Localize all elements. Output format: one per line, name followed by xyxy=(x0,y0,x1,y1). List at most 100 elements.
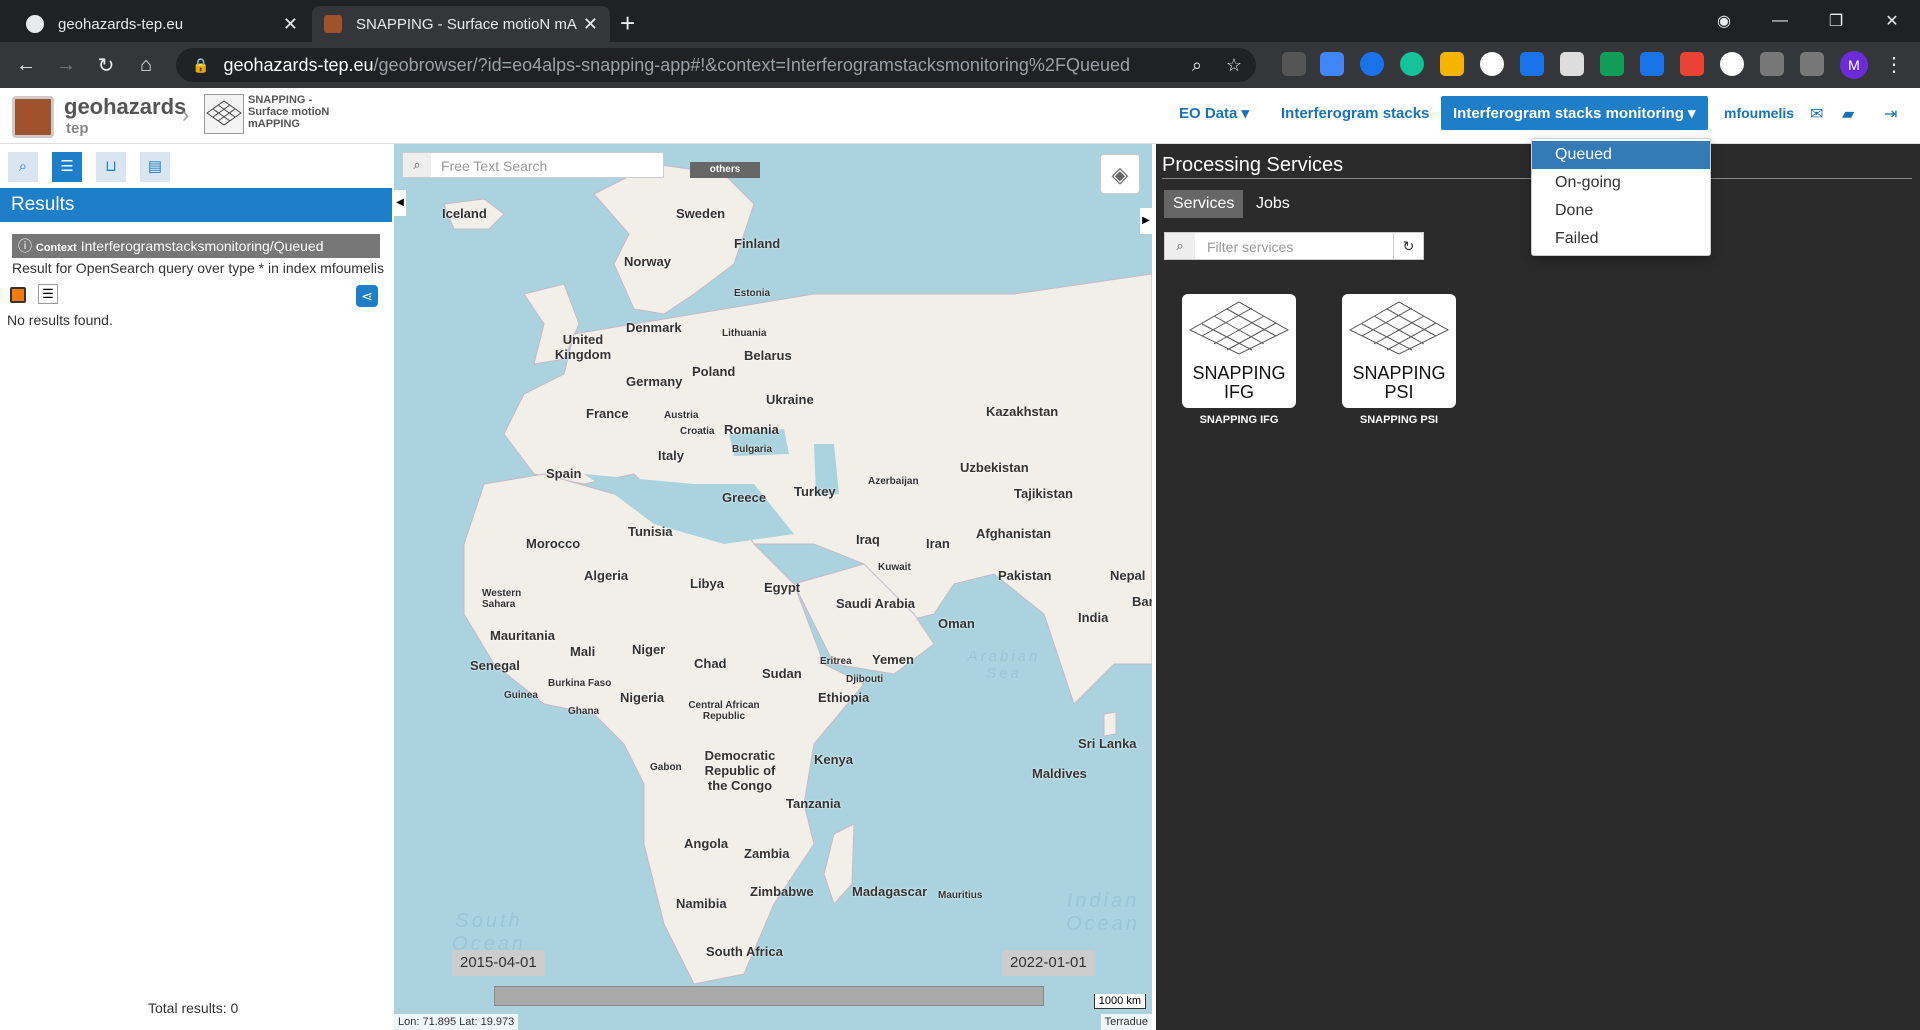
extension-icon[interactable] xyxy=(1640,52,1664,76)
app-name: SNAPPING - Surface motioN mAPPING xyxy=(248,94,329,130)
media-icon[interactable] xyxy=(1800,52,1824,76)
map-label: Guinea xyxy=(504,690,538,701)
logout-icon[interactable]: ⇥ xyxy=(1884,104,1897,124)
nav-interferogram-stacks-monitoring[interactable]: Interferogram stacks monitoring ▾ xyxy=(1441,96,1708,130)
dropdown-item-done[interactable]: Done xyxy=(1532,197,1710,225)
menu-icon[interactable]: ⋮ xyxy=(1884,52,1904,77)
translate-icon[interactable] xyxy=(1320,52,1344,76)
dropdown-item-queued[interactable]: Queued xyxy=(1532,141,1710,169)
map-view[interactable]: Iceland Sweden Finland Norway Estonia De… xyxy=(394,144,1152,1030)
mesh-icon xyxy=(1188,301,1290,355)
map-label: Tanzania xyxy=(786,796,841,811)
map-label: Turkey xyxy=(794,484,836,499)
tab-jobs[interactable]: Jobs xyxy=(1256,190,1290,218)
map-label: Burkina Faso xyxy=(548,678,612,689)
map-label: Algeria xyxy=(584,568,629,583)
map-label: Sweden xyxy=(676,206,726,221)
color-swatch[interactable] xyxy=(10,287,26,303)
back-icon[interactable]: ← xyxy=(6,54,46,77)
refresh-icon[interactable]: ↻ xyxy=(1393,233,1423,259)
map-label: Tajikistan xyxy=(1014,486,1074,501)
time-slider[interactable] xyxy=(494,986,1044,1006)
search-icon[interactable]: ⌕ xyxy=(8,152,38,182)
grammarly-icon[interactable] xyxy=(1400,52,1424,76)
map-label: Sudan xyxy=(762,666,802,681)
map-scale: 1000 km xyxy=(1093,994,1146,1009)
envelope-icon[interactable]: ✉ xyxy=(1810,104,1823,124)
address-bar[interactable]: 🔒 geohazards-tep.eu/geobrowser/?id=eo4al… xyxy=(176,48,1256,82)
nav-eo-data[interactable]: EO Data ▾ xyxy=(1179,96,1249,130)
download-icon[interactable] xyxy=(1440,52,1464,76)
close-icon[interactable]: ✕ xyxy=(283,14,298,35)
map-label: Central African Republic xyxy=(688,700,760,722)
extension-icon[interactable] xyxy=(1520,52,1544,76)
dropdown-item-ongoing[interactable]: On-going xyxy=(1532,169,1710,197)
start-date[interactable]: 2015-04-01 xyxy=(452,950,545,976)
map-label: Ghana xyxy=(568,706,600,717)
home-icon[interactable]: ⌂ xyxy=(126,54,166,77)
dropdown-item-failed[interactable]: Failed xyxy=(1532,225,1710,253)
extension-icon[interactable] xyxy=(1282,52,1306,76)
collapse-left-icon[interactable]: ◀ xyxy=(394,190,406,216)
map-label: Western Sahara xyxy=(482,588,522,610)
map-label: Nepal xyxy=(1110,568,1146,583)
card-line2: PSI xyxy=(1384,382,1414,402)
service-snapping-ifg[interactable]: SNAPPING IFG SNAPPING IFG xyxy=(1182,294,1296,426)
profile-avatar[interactable]: M xyxy=(1840,51,1868,79)
tab-services[interactable]: Services xyxy=(1164,190,1244,218)
map-label: Djibouti xyxy=(846,674,884,685)
geohazards-logo[interactable] xyxy=(12,96,54,138)
book-icon[interactable]: ▰ xyxy=(1842,104,1854,124)
reload-icon[interactable]: ↻ xyxy=(86,53,126,78)
map-search-input[interactable]: ⌕ Free Text Search xyxy=(402,152,664,178)
bookmark-star-icon[interactable]: ☆ xyxy=(1226,55,1242,76)
minimize-icon[interactable]: — xyxy=(1752,12,1808,30)
zoom-icon[interactable]: ⌕ xyxy=(1192,55,1202,76)
end-date[interactable]: 2022-01-01 xyxy=(1002,950,1095,976)
block-icon[interactable] xyxy=(1480,52,1504,76)
map-label: Mauritius xyxy=(938,890,983,901)
service-caption: SNAPPING IFG xyxy=(1199,414,1279,426)
share-icon[interactable]: ⋖ xyxy=(356,285,378,307)
layers-icon[interactable]: ◈ xyxy=(1100,154,1140,194)
extension-icon[interactable] xyxy=(1600,52,1624,76)
list-toggle-icon[interactable]: ☰ xyxy=(38,284,58,304)
lock-icon[interactable]: 🔒 xyxy=(192,57,209,74)
forward-icon[interactable]: → xyxy=(46,54,86,77)
close-icon[interactable]: ✕ xyxy=(583,14,598,35)
map-label: Iran xyxy=(926,536,950,551)
extension-icon[interactable] xyxy=(1360,52,1384,76)
browser-tab-2[interactable]: SNAPPING - Surface motioN mAI ✕ xyxy=(312,6,610,42)
window-close-icon[interactable]: ✕ xyxy=(1864,11,1920,31)
basket-icon[interactable]: ⊔ xyxy=(96,152,126,182)
collapse-right-icon[interactable]: ▶ xyxy=(1140,208,1152,234)
map-label: Zambia xyxy=(744,846,790,861)
list-icon[interactable]: ☰ xyxy=(52,152,82,182)
results-title: Results xyxy=(0,188,392,222)
map-label: Namibia xyxy=(676,896,727,911)
extension-icon[interactable] xyxy=(1680,52,1704,76)
restore-icon[interactable]: ❐ xyxy=(1808,11,1864,31)
service-card[interactable]: SNAPPING PSI xyxy=(1342,294,1456,408)
puzzle-icon[interactable] xyxy=(1760,52,1784,76)
archive-icon[interactable]: ▤ xyxy=(140,152,170,182)
nav-user[interactable]: mfoumelis xyxy=(1724,96,1794,130)
service-caption: SNAPPING PSI xyxy=(1359,414,1439,426)
browser-tab-1[interactable]: geohazards-tep.eu ✕ xyxy=(14,6,310,42)
extension-icon[interactable] xyxy=(1560,52,1584,76)
map-label: Ethiopia xyxy=(818,690,870,705)
filter-services-input[interactable]: ⌕ Filter services ↻ xyxy=(1164,232,1424,260)
map-label: Pakistan xyxy=(998,568,1052,583)
map-label: Angola xyxy=(684,836,729,851)
map-label: Nigeria xyxy=(620,690,665,705)
tab-search-icon[interactable]: ◉ xyxy=(1696,11,1752,31)
service-snapping-psi[interactable]: SNAPPING PSI SNAPPING PSI xyxy=(1342,294,1456,426)
new-tab-icon[interactable]: + xyxy=(620,8,635,39)
service-card[interactable]: SNAPPING IFG xyxy=(1182,294,1296,408)
nav-interferogram-stacks[interactable]: Interferogram stacks xyxy=(1281,96,1429,130)
map-label: Italy xyxy=(658,448,685,463)
map-attribution[interactable]: Terradue xyxy=(1100,1014,1152,1030)
map-label: Austria xyxy=(664,410,699,421)
others-badge[interactable]: others xyxy=(690,162,760,178)
extension-icon[interactable] xyxy=(1720,52,1744,76)
